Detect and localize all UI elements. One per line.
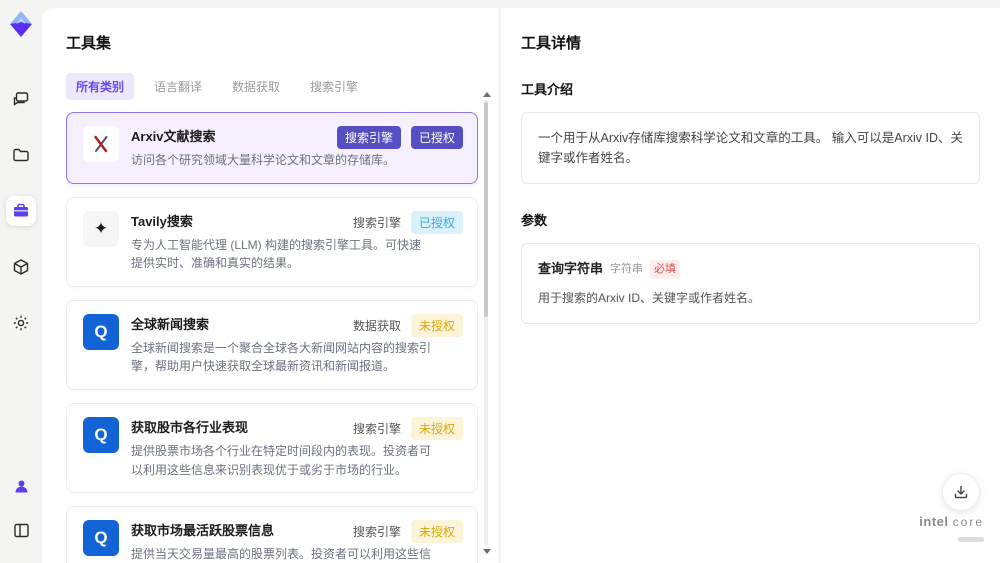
tool-list: Arxiv文献搜索 访问各个研究领域大量科学论文和文章的存储库。 搜索引擎 已授… (66, 112, 478, 563)
intro-box: 一个用于从Arxiv存储库搜索科学论文和文章的工具。 输入可以是Arxiv ID… (521, 112, 980, 184)
intro-text: 一个用于从Arxiv存储库搜索科学论文和文章的工具。 输入可以是Arxiv ID… (538, 131, 964, 165)
scrollbar-thumb[interactable] (484, 102, 488, 317)
panel-toggle-button[interactable] (6, 515, 36, 545)
auth-status-badge: 未授权 (410, 416, 463, 440)
category-badge: 搜索引擎 (336, 126, 401, 149)
sidebar-item-chat[interactable] (6, 84, 36, 114)
params-heading: 参数 (521, 213, 548, 228)
folder-icon (12, 146, 30, 164)
account-button[interactable] (6, 471, 36, 501)
cube-icon (12, 258, 30, 276)
auth-status-badge: 已授权 (410, 126, 463, 149)
sidebar (0, 0, 42, 563)
core-wordmark: core (952, 515, 984, 529)
param-box: 查询字符串 字符串 必填 用于搜索的Arxiv ID、关键字或作者姓名。 (521, 243, 980, 324)
param-name: 查询字符串 (538, 261, 604, 276)
intel-core-logo: intel core (919, 514, 984, 547)
category-tabs: 所有类别 语言翻译 数据获取 搜索引擎 (66, 73, 499, 100)
tool-description: 全球新闻搜索是一个聚合全球各大新闻网站内容的搜索引擎，帮助用户快速获取全球最新资… (131, 340, 432, 374)
sidebar-bottom (0, 471, 42, 545)
gear-icon (12, 314, 30, 332)
param-description: 用于搜索的Arxiv ID、关键字或作者姓名。 (538, 290, 761, 305)
list-scrollbar (483, 92, 491, 554)
auth-status-badge: 已授权 (410, 210, 463, 234)
news-app-icon: Q (83, 416, 119, 453)
panel-icon (13, 522, 30, 539)
tool-card-tavily[interactable]: ✦ Tavily搜索 专为人工智能代理 (LLM) 构建的搜索引擎工具。可快速提… (66, 196, 478, 287)
detail-title: 工具详情 (521, 35, 582, 52)
tab-data-fetch[interactable]: 数据获取 (222, 73, 290, 100)
sidebar-item-settings[interactable] (6, 308, 36, 338)
briefcase-icon (12, 202, 30, 220)
auth-status-badge: 未授权 (410, 520, 463, 544)
scroll-up-arrow-icon[interactable] (483, 92, 491, 97)
arxiv-logo-icon (83, 126, 119, 162)
tab-language-translation[interactable]: 语言翻译 (144, 73, 212, 100)
tool-description: 专为人工智能代理 (LLM) 构建的搜索引擎工具。可快速提供实时、准确和真实的结… (131, 237, 422, 271)
intel-wordmark: intel (919, 514, 949, 529)
news-app-icon: Q (83, 520, 119, 557)
tool-card-sector-performance[interactable]: Q 获取股市各行业表现 提供股票市场各个行业在特定时间段内的表现。投资者可以利用… (66, 402, 478, 494)
sidebar-item-models[interactable] (6, 252, 36, 282)
tool-card-arxiv[interactable]: Arxiv文献搜索 访问各个研究领域大量科学论文和文章的存储库。 搜索引擎 已授… (66, 112, 478, 184)
tool-card-most-active-stocks[interactable]: Q 获取市场最活跃股票信息 提供当天交易量最高的股票列表。投资者可以利用这些信息… (66, 506, 478, 563)
tab-all-categories[interactable]: 所有类别 (66, 73, 135, 100)
app-logo-icon (8, 10, 34, 38)
param-required-badge: 必填 (650, 259, 681, 280)
tool-list-panel: 工具集 所有类别 语言翻译 数据获取 搜索引擎 Arxiv文献搜索 访问各个研究… (42, 8, 500, 563)
param-type: 字符串 (610, 262, 644, 275)
category-label: 搜索引擎 (352, 525, 401, 540)
tool-description: 提供股票市场各个行业在特定时间段内的表现。投资者可以利用这些信息来识别表现优于或… (131, 443, 432, 477)
app-window: 工具集 所有类别 语言翻译 数据获取 搜索引擎 Arxiv文献搜索 访问各个研究… (0, 0, 1000, 563)
tool-description: 提供当天交易量最高的股票列表。投资者可以利用这些信息来识别流动性强的股票和潜在的… (131, 547, 432, 562)
category-label: 搜索引擎 (352, 421, 401, 436)
page-title: 工具集 (66, 35, 112, 52)
tool-description: 访问各个研究领域大量科学论文和文章的存储库。 (131, 153, 396, 167)
chat-icon (12, 90, 30, 108)
tavily-sparkle-icon: ✦ (83, 210, 119, 247)
intel-badge-bar (958, 537, 984, 542)
category-label: 搜索引擎 (352, 215, 401, 230)
download-icon (953, 484, 969, 500)
tab-search-engine[interactable]: 搜索引擎 (300, 73, 368, 100)
auth-status-badge: 未授权 (410, 313, 463, 337)
sidebar-item-toolbox[interactable] (6, 196, 36, 226)
avatar-icon (13, 478, 30, 495)
tool-detail-panel: 工具详情 工具介绍 一个用于从Arxiv存储库搜索科学论文和文章的工具。 输入可… (501, 8, 1000, 563)
tool-card-global-news[interactable]: Q 全球新闻搜索 全球新闻搜索是一个聚合全球各大新闻网站内容的搜索引擎，帮助用户… (66, 299, 478, 390)
category-label: 数据获取 (352, 318, 401, 333)
sidebar-nav (6, 84, 36, 338)
intro-heading: 工具介绍 (521, 82, 574, 97)
news-app-icon: Q (83, 313, 119, 350)
scroll-down-arrow-icon[interactable] (483, 549, 491, 554)
download-button[interactable] (942, 473, 980, 511)
sidebar-item-files[interactable] (6, 140, 36, 170)
